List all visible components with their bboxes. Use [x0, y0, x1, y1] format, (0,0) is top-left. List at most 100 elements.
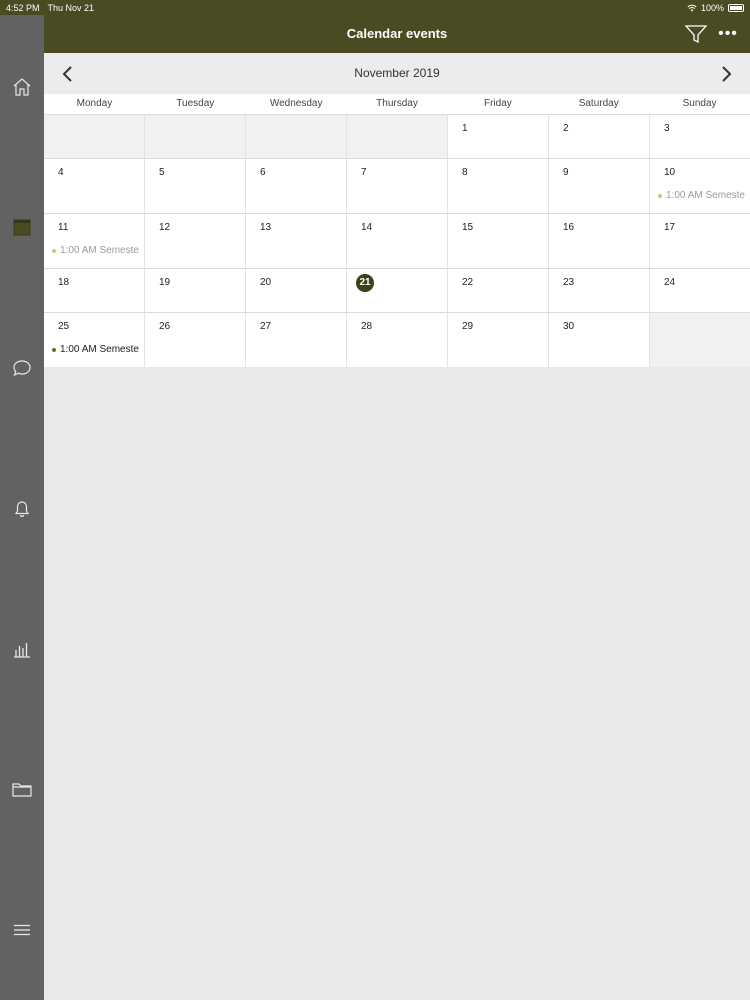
next-month-icon[interactable]: [716, 64, 736, 84]
calendar-day-cell[interactable]: 11 1:00 AM Semeste: [44, 214, 145, 268]
day-number: 10: [664, 167, 676, 178]
calendar-week-row: 1 2 3: [44, 114, 750, 158]
calendar-day-cell[interactable]: 27: [246, 313, 347, 367]
day-number: 17: [664, 222, 676, 233]
day-number: 8: [462, 167, 468, 178]
calendar-day-cell[interactable]: 6: [246, 159, 347, 213]
calendar-day-cell[interactable]: 12: [145, 214, 246, 268]
day-number: 24: [664, 277, 676, 288]
day-number: 22: [462, 277, 474, 288]
calendar-empty-cell: [347, 115, 448, 158]
battery-percent: 100%: [700, 2, 724, 13]
calendar-event[interactable]: 1:00 AM Semeste: [52, 245, 139, 256]
day-number: 14: [361, 222, 373, 233]
calendar-day-cell[interactable]: 20: [246, 269, 347, 312]
calendar-day-cell[interactable]: 30: [549, 313, 650, 367]
header-bar: Calendar events •••: [44, 15, 750, 53]
weekday-label: Sunday: [682, 98, 717, 109]
calendar-day-cell[interactable]: 17: [650, 214, 750, 268]
calendar-day-cell[interactable]: 2: [549, 115, 650, 158]
day-number: 15: [462, 222, 474, 233]
day-number: 6: [260, 167, 266, 178]
calendar-day-cell[interactable]: 9: [549, 159, 650, 213]
calendar-event[interactable]: 1:00 AM Semeste: [52, 344, 139, 355]
event-dot-icon: [52, 248, 56, 253]
status-date: Thu Nov 21: [47, 2, 95, 13]
page-title: Calendar events: [346, 26, 448, 41]
status-time: 4:52 PM: [6, 2, 40, 13]
day-number: 23: [563, 277, 575, 288]
calendar-empty-cell: [145, 115, 246, 158]
event-label: 1:00 AM Semeste: [60, 245, 139, 256]
calendar-event[interactable]: 1:00 AM Semeste: [658, 190, 745, 201]
weekday-label: Saturday: [578, 98, 619, 109]
calendar-week-row: 25 1:00 AM Semeste 26 27 28 29 30: [44, 312, 750, 367]
home-icon[interactable]: [11, 76, 33, 98]
weekday-label: Monday: [76, 98, 113, 109]
calendar-day-cell[interactable]: 19: [145, 269, 246, 312]
day-number: 7: [361, 167, 367, 178]
calendar-empty-cell: [44, 115, 145, 158]
chart-icon[interactable]: [11, 638, 33, 660]
calendar-day-cell[interactable]: 24: [650, 269, 750, 312]
day-number: 9: [563, 167, 569, 178]
bell-icon[interactable]: [11, 498, 33, 520]
day-number: 25: [58, 321, 70, 332]
weekday-label: Friday: [483, 98, 512, 109]
day-number: 13: [260, 222, 272, 233]
day-number: 1: [462, 123, 468, 134]
calendar-day-cell[interactable]: 26: [145, 313, 246, 367]
day-number: 4: [58, 167, 64, 178]
event-label: 1:00 AM Semeste: [60, 344, 139, 355]
day-number: 2: [563, 123, 569, 134]
battery-icon: [728, 3, 744, 12]
status-bar: 4:52 PM Thu Nov 21 100%: [0, 0, 750, 15]
calendar-day-cell[interactable]: 14: [347, 214, 448, 268]
day-number: 20: [260, 277, 272, 288]
day-number: 26: [159, 321, 171, 332]
calendar-day-cell[interactable]: 7: [347, 159, 448, 213]
calendar-day-cell[interactable]: 28: [347, 313, 448, 367]
day-number: 29: [462, 321, 474, 332]
calendar-day-cell[interactable]: 16: [549, 214, 650, 268]
calendar-day-cell[interactable]: 1: [448, 115, 549, 158]
calendar-day-cell[interactable]: 21: [347, 269, 448, 312]
day-number: 5: [159, 167, 165, 178]
calendar-day-cell[interactable]: 4: [44, 159, 145, 213]
calendar-week-row: 11 1:00 AM Semeste 12 13 14 15 16 17: [44, 213, 750, 268]
weekday-label: Tuesday: [176, 98, 215, 109]
calendar-day-cell[interactable]: 5: [145, 159, 246, 213]
event-label: 1:00 AM Semeste: [666, 190, 745, 201]
more-options-icon[interactable]: •••: [718, 23, 738, 45]
calendar-day-cell[interactable]: 29: [448, 313, 549, 367]
month-label: November 2019: [354, 66, 440, 80]
day-number: 27: [260, 321, 272, 332]
month-navigation: November 2019: [44, 53, 750, 94]
calendar-day-cell[interactable]: 23: [549, 269, 650, 312]
calendar-day-cell[interactable]: 3: [650, 115, 750, 158]
weekday-label: Thursday: [376, 98, 418, 109]
calendar-empty-cell: [246, 115, 347, 158]
calendar-day-cell[interactable]: 10 1:00 AM Semeste: [650, 159, 750, 213]
calendar-day-cell[interactable]: 22: [448, 269, 549, 312]
filter-icon[interactable]: [684, 23, 708, 45]
calendar-day-cell[interactable]: 25 1:00 AM Semeste: [44, 313, 145, 367]
chat-icon[interactable]: [11, 357, 33, 379]
menu-icon[interactable]: [11, 919, 33, 941]
calendar-day-cell[interactable]: 13: [246, 214, 347, 268]
day-number: 11: [58, 222, 69, 233]
day-number: 16: [563, 222, 575, 233]
wifi-icon: [687, 4, 697, 11]
calendar-day-cell[interactable]: 8: [448, 159, 549, 213]
day-number: 28: [361, 321, 373, 332]
calendar-week-row: 18 19 20 21 22 23 24: [44, 268, 750, 312]
calendar-empty-cell: [650, 313, 750, 367]
calendar-day-cell[interactable]: 15: [448, 214, 549, 268]
folder-icon[interactable]: [11, 778, 33, 800]
calendar-day-cell[interactable]: 18: [44, 269, 145, 312]
today-day-number: 21: [356, 274, 374, 292]
day-number: 3: [664, 123, 670, 134]
sidebar: [0, 15, 44, 1000]
calendar-icon[interactable]: [11, 216, 33, 238]
weekday-label: Wednesday: [269, 98, 323, 109]
